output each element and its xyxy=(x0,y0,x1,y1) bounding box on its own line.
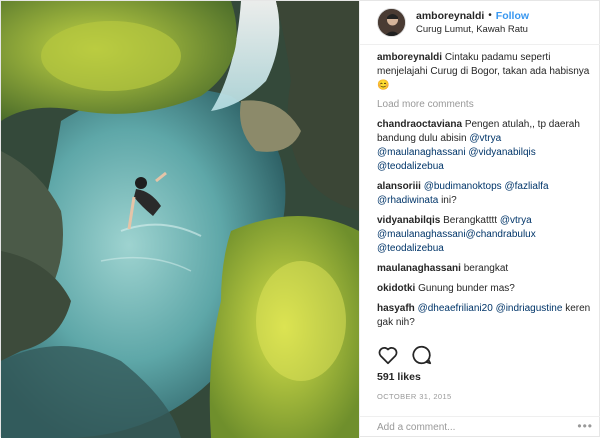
comment-username[interactable]: hasyafh xyxy=(377,303,415,314)
comment-item: alansoriii @budimanoktops @fazlialfa @rh… xyxy=(377,180,591,208)
mention-link[interactable]: @maulanaghassani@chandrabulux xyxy=(377,229,536,240)
comment-item: hasyafh @dheaefriliani20 @indriagustine … xyxy=(377,302,591,330)
caption: amboreynaldi Cintaku padamu seperti menj… xyxy=(377,51,591,93)
comment-username[interactable]: alansoriii xyxy=(377,181,421,192)
comment-username[interactable]: okidotki xyxy=(377,283,415,294)
comment-item: maulanaghassani berangkat xyxy=(377,262,591,276)
add-comment-input[interactable]: Add a comment... xyxy=(360,416,600,438)
mention-link[interactable]: @indriagustine xyxy=(496,303,563,314)
more-options-icon[interactable]: ••• xyxy=(577,419,593,433)
comment-username[interactable]: vidyanabilqis xyxy=(377,215,440,226)
comment-item: chandraoctaviana Pengen atulah,, tp daer… xyxy=(377,118,591,174)
mention-link[interactable]: @vidyanabilqis xyxy=(468,147,535,158)
mention-link[interactable]: @vtrya xyxy=(500,215,532,226)
post-date: OCTOBER 31, 2015 xyxy=(377,392,452,401)
mention-link[interactable]: @teodalizebua xyxy=(377,243,444,254)
header-username[interactable]: amboreynaldi xyxy=(416,9,484,23)
mention-link[interactable]: @dheaefriliani20 xyxy=(418,303,493,314)
mention-link[interactable]: @fazlialfa xyxy=(504,181,548,192)
comments-list: amboreynaldi Cintaku padamu seperti menj… xyxy=(377,51,591,336)
mention-link[interactable]: @budimanoktops xyxy=(424,181,502,192)
comment-item: okidotki Gunung bunder mas? xyxy=(377,282,591,296)
mention-link[interactable]: @teodalizebua xyxy=(377,161,444,172)
mention-link[interactable]: @vtrya xyxy=(469,133,501,144)
comment-item: vidyanabilqis Berangkatttt @vtrya @maula… xyxy=(377,214,591,256)
comment-text: Berangkatttt xyxy=(443,215,498,226)
separator-dot: • xyxy=(488,9,492,21)
comment-suffix: ini? xyxy=(441,195,457,206)
post-photo[interactable] xyxy=(1,1,359,438)
speech-bubble-icon[interactable] xyxy=(411,344,433,366)
comment-text: Gunung bunder mas? xyxy=(418,283,515,294)
comment-username[interactable]: maulanaghassani xyxy=(377,263,461,274)
location-link[interactable]: Curug Lumut, Kawah Ratu xyxy=(416,23,529,37)
action-bar xyxy=(377,344,433,366)
avatar[interactable] xyxy=(377,8,406,37)
post-sidebar: amboreynaldi • Follow Curug Lumut, Kawah… xyxy=(359,1,600,438)
heart-outline-icon[interactable] xyxy=(377,344,399,366)
mention-link[interactable]: @maulanaghassani xyxy=(377,147,466,158)
follow-button[interactable]: Follow xyxy=(496,9,529,23)
like-count[interactable]: 591 likes xyxy=(377,371,421,383)
comment-text: berangkat xyxy=(463,263,509,274)
comment-username[interactable]: chandraoctaviana xyxy=(377,119,462,130)
load-more-comments-button[interactable]: Load more comments xyxy=(377,99,591,110)
instagram-post: amboreynaldi • Follow Curug Lumut, Kawah… xyxy=(0,0,600,438)
caption-username[interactable]: amboreynaldi xyxy=(377,52,442,63)
post-header: amboreynaldi • Follow Curug Lumut, Kawah… xyxy=(360,1,600,45)
mention-link[interactable]: @rhadiwinata xyxy=(377,195,438,206)
